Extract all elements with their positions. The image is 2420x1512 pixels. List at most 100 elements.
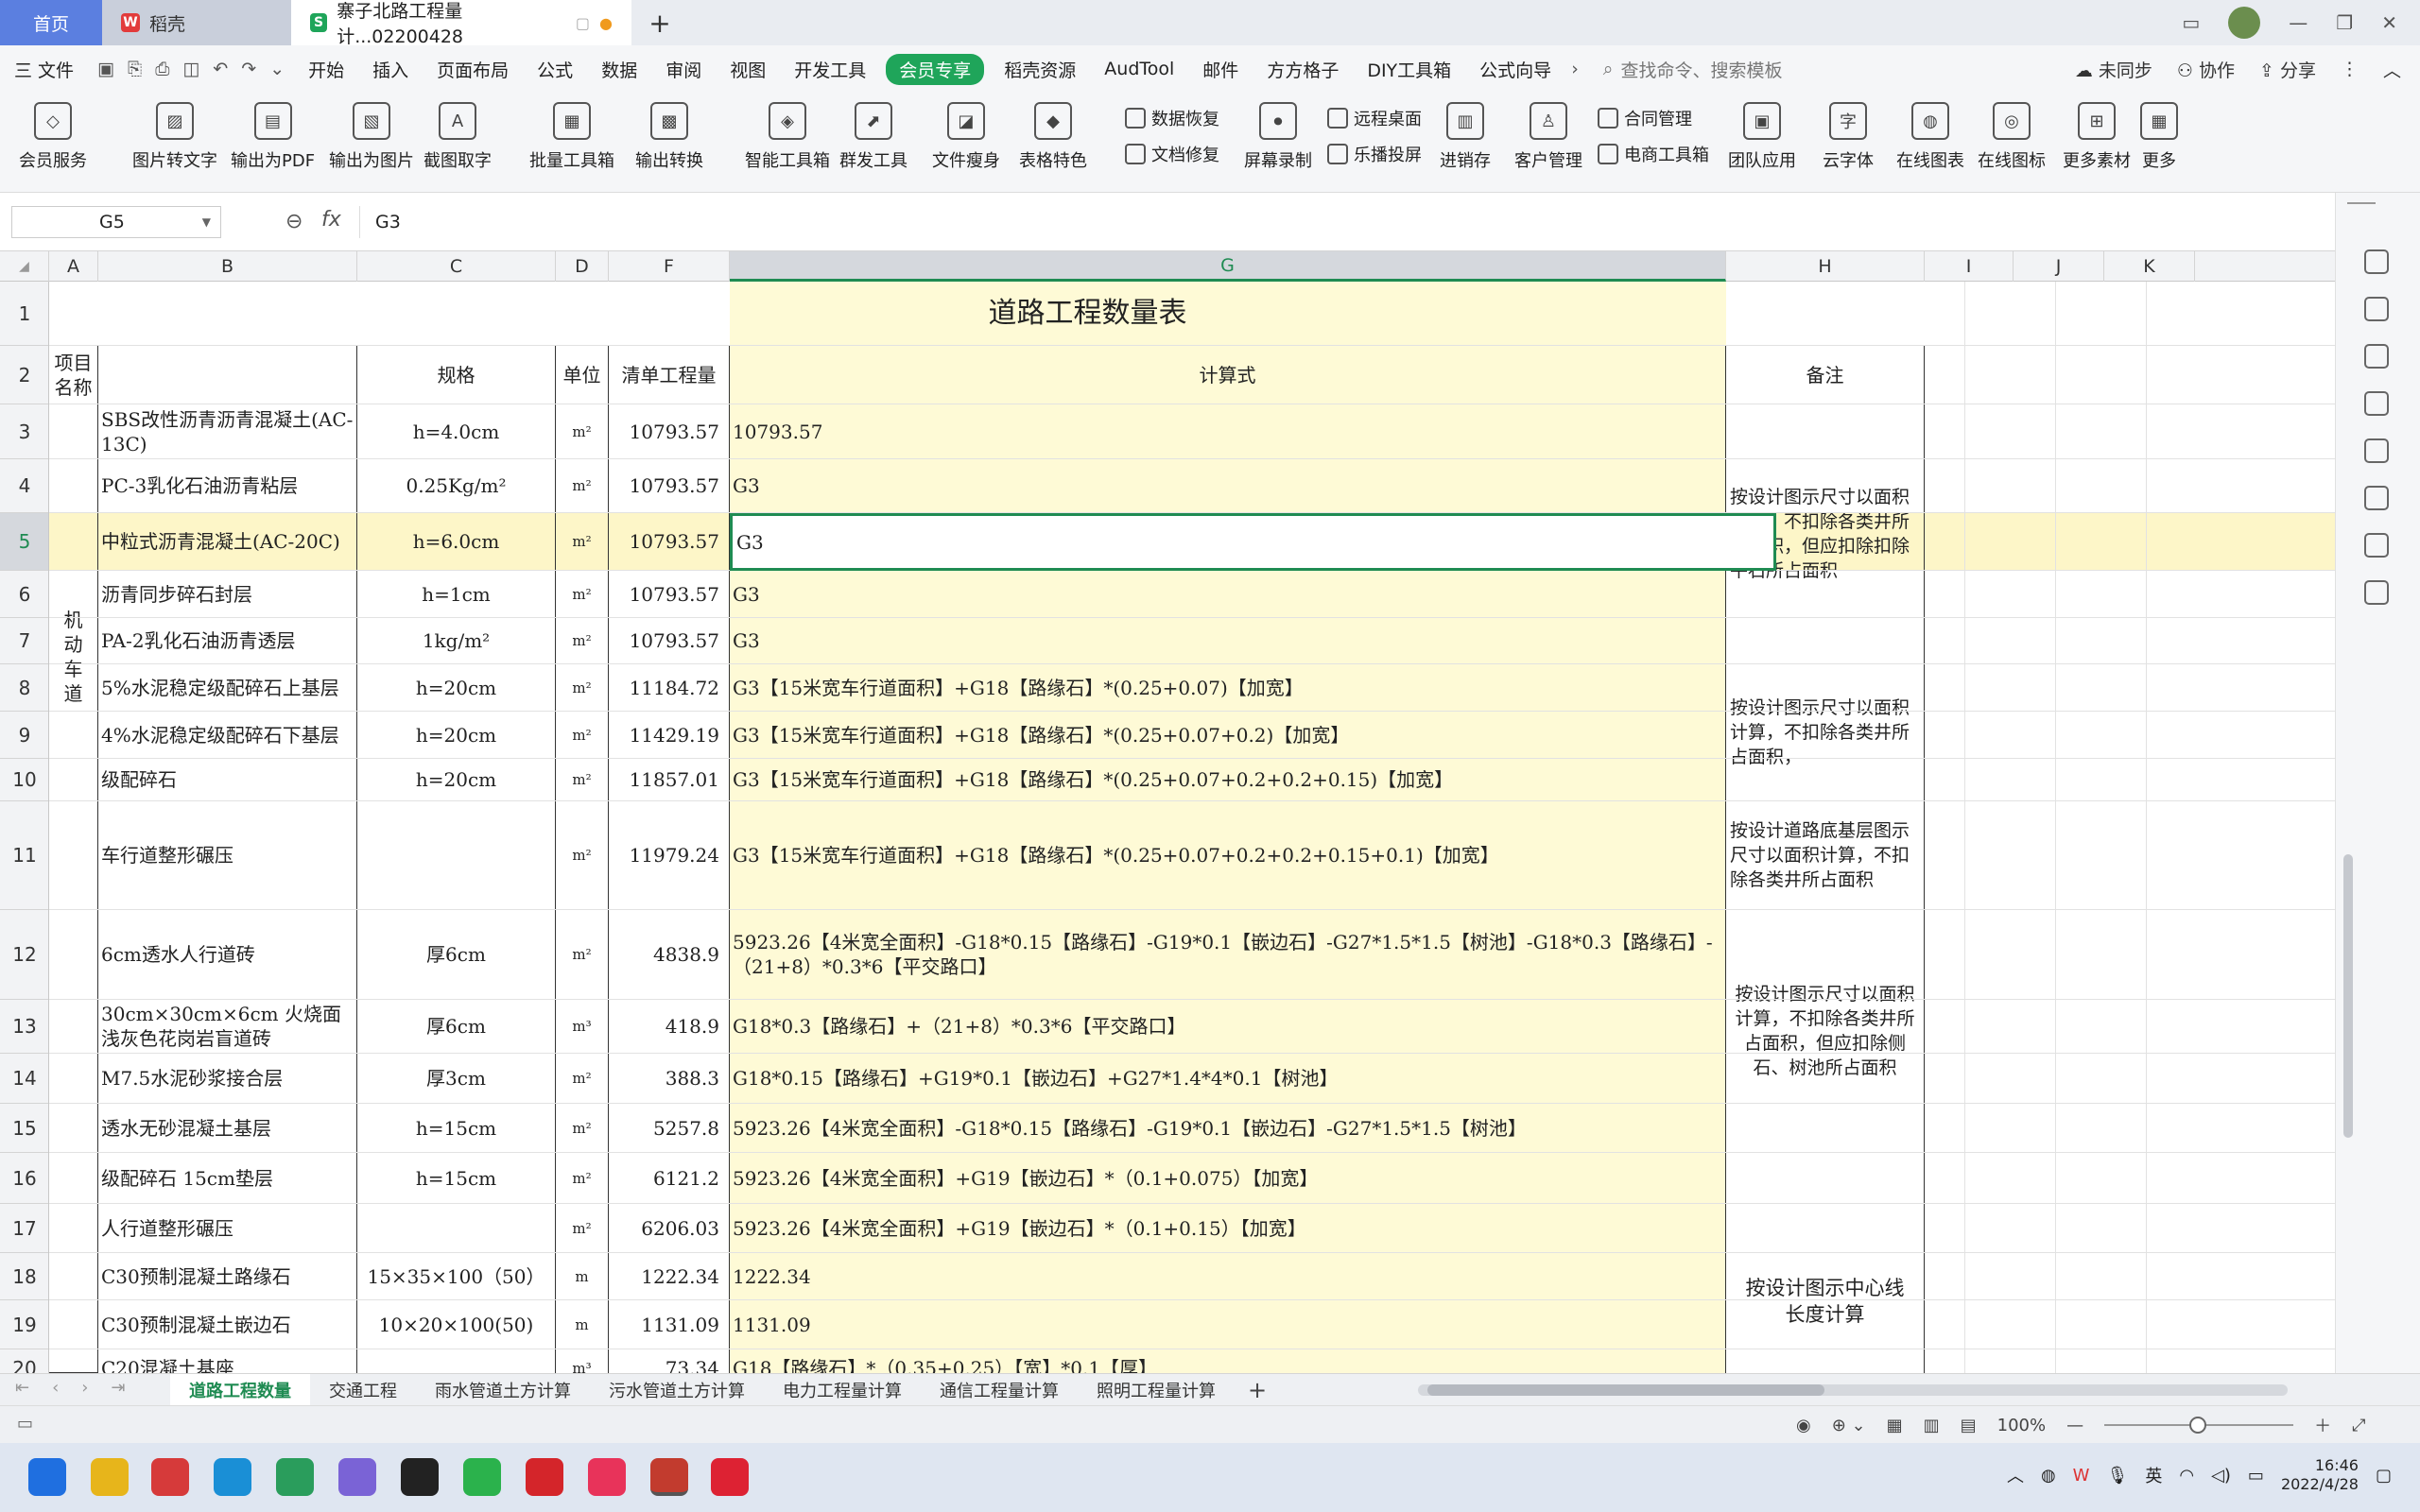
active-cell-g5[interactable]: G3 <box>730 513 1776 571</box>
center-view-icon[interactable]: ⊕ ⌄ <box>1832 1416 1866 1435</box>
cell-c-row-11[interactable] <box>357 801 556 910</box>
last-sheet-icon[interactable]: ⇥ <box>112 1378 126 1398</box>
cell-f-row-10[interactable]: 11857.01 <box>609 759 730 801</box>
row-header-7[interactable]: 7 <box>0 618 48 664</box>
cell-g-row-7[interactable]: G3 <box>730 618 1726 664</box>
cell-b-row-20[interactable]: C20混凝土基座 <box>98 1349 357 1373</box>
cell-b-row-8[interactable]: 5%水泥稳定级配碎石上基层 <box>98 664 357 712</box>
cell-f-row-4[interactable]: 10793.57 <box>609 459 730 513</box>
cell-g-row-9[interactable]: G3【15米宽车行道面积】+G18【路缘石】*(0.25+0.07+0.2)【加… <box>730 712 1726 759</box>
export-icon[interactable]: ⎘ <box>128 59 142 79</box>
cell-b-row-7[interactable]: PA-2乳化石油沥青透层 <box>98 618 357 664</box>
cell-g-row-18[interactable]: 1222.34 <box>730 1253 1726 1300</box>
eye-protect-icon[interactable]: ◉ <box>1796 1416 1811 1435</box>
cell-f-row-12[interactable]: 4838.9 <box>609 910 730 1000</box>
column-header-B[interactable]: B <box>98 251 357 282</box>
side-tool-icon-2[interactable] <box>2364 344 2389 369</box>
sheet-tab-0[interactable]: 道路工程数量 <box>170 1374 310 1406</box>
cell-d-row-17[interactable]: m² <box>556 1204 609 1253</box>
header-notes[interactable]: 备注 <box>1726 346 1925 404</box>
cell-b-row-5[interactable]: 中粒式沥青混凝土(AC-20C) <box>98 513 357 571</box>
cell-d-row-5[interactable]: m² <box>556 513 609 571</box>
zoom-level[interactable]: 100% <box>1997 1416 2046 1435</box>
note-empty-17[interactable] <box>1726 1204 1925 1253</box>
column-header-F[interactable]: F <box>609 251 730 282</box>
cell-b-row-3[interactable]: SBS改性沥青沥青混凝土(AC-13C) <box>98 404 357 459</box>
collab-button[interactable]: ⚇ 协作 <box>2177 57 2235 82</box>
cell-d-row-19[interactable]: m <box>556 1300 609 1349</box>
file-explorer-icon[interactable] <box>91 1458 129 1496</box>
ribbon-button-5[interactable]: ▦ 批量工具箱 <box>529 102 614 172</box>
select-all-corner[interactable]: ◢ <box>0 251 49 282</box>
cell-g-row-11[interactable]: G3【15米宽车行道面积】+G18【路缘石】*(0.25+0.07+0.2+0.… <box>730 801 1726 910</box>
ribbon-small-button-2[interactable]: 远程桌面 <box>1327 106 1422 130</box>
cell-b-row-13[interactable]: 30cm×30cm×6cm 火烧面浅灰色花岗岩盲道砖 <box>98 1000 357 1054</box>
cell-d-row-9[interactable]: m² <box>556 712 609 759</box>
row-header-16[interactable]: 16 <box>0 1153 48 1204</box>
side-tool-icon-6[interactable] <box>2364 533 2389 558</box>
cell-d-row-11[interactable]: m² <box>556 801 609 910</box>
cell-g-row-6[interactable]: G3 <box>730 571 1726 618</box>
cell-f-row-19[interactable]: 1131.09 <box>609 1300 730 1349</box>
layout-icon[interactable]: ▭ <box>2182 11 2200 34</box>
fx-icon[interactable]: fx <box>321 208 341 232</box>
cell-f-row-14[interactable]: 388.3 <box>609 1054 730 1104</box>
cell-f-row-11[interactable]: 11979.24 <box>609 801 730 910</box>
cell-f-row-13[interactable]: 418.9 <box>609 1000 730 1054</box>
sheet-tab-1[interactable]: 交通工程 <box>310 1374 416 1406</box>
ribbon-small-button-3[interactable]: 乐播投屏 <box>1327 142 1422 166</box>
sheet-tab-5[interactable]: 通信工程量计算 <box>921 1374 1078 1406</box>
chart-app-icon[interactable] <box>276 1458 314 1496</box>
more-options-icon[interactable]: ⋮ <box>2341 59 2359 79</box>
row-header-17[interactable]: 17 <box>0 1204 48 1253</box>
menu-tab-5[interactable]: 审阅 <box>651 57 716 82</box>
cell-g-row-14[interactable]: G18*0.15【路缘石】+G19*0.1【嵌边石】+G27*1.4*4*0.1… <box>730 1054 1726 1104</box>
ribbon-button-11[interactable]: ⏺ 屏幕录制 <box>1244 102 1312 172</box>
cell-b-row-11[interactable]: 车行道整形碾压 <box>98 801 357 910</box>
sync-status[interactable]: ☁ 未同步 <box>2075 57 2152 82</box>
music-icon[interactable] <box>588 1458 626 1496</box>
column-header-A[interactable]: A <box>49 251 98 282</box>
menu-tab-2[interactable]: 页面布局 <box>423 57 523 82</box>
cell-d-row-10[interactable]: m² <box>556 759 609 801</box>
cell-c-row-17[interactable] <box>357 1204 556 1253</box>
sheet-tab-3[interactable]: 污水管道土方计算 <box>590 1374 764 1406</box>
side-tool-icon-1[interactable] <box>2364 297 2389 321</box>
note-empty-16[interactable] <box>1726 1153 1925 1204</box>
ribbon-button-19[interactable]: ▦ 更多 <box>2140 102 2178 172</box>
ribbon-button-3[interactable]: ▧ 输出为图片 <box>329 102 414 172</box>
cell-d-row-7[interactable]: m² <box>556 618 609 664</box>
cell-c-row-9[interactable]: h=20cm <box>357 712 556 759</box>
battery-icon[interactable]: ▭ <box>2248 1466 2264 1486</box>
ribbon-button-9[interactable]: ◪ 文件瘦身 <box>932 102 1000 172</box>
cell-g-row-10[interactable]: G3【15米宽车行道面积】+G18【路缘石】*(0.25+0.07+0.2+0.… <box>730 759 1726 801</box>
header-formula[interactable]: 计算式 <box>730 346 1726 404</box>
zoom-slider-thumb[interactable] <box>2189 1417 2207 1434</box>
ribbon-button-13[interactable]: ♙ 客户管理 <box>1514 102 1582 172</box>
group-sidewalk[interactable] <box>49 910 98 1373</box>
menu-tab-3[interactable]: 公式 <box>523 57 587 82</box>
cell-c-row-16[interactable]: h=15cm <box>357 1153 556 1204</box>
header-quantity[interactable]: 清单工程量 <box>609 346 730 404</box>
restore-icon[interactable]: ❐ <box>2336 11 2353 34</box>
vertical-scroll-thumb[interactable] <box>2343 854 2353 1138</box>
cell-b-row-19[interactable]: C30预制混凝土嵌边石 <box>98 1300 357 1349</box>
row-header-12[interactable]: 12 <box>0 910 48 1000</box>
cell-c-row-18[interactable]: 15×35×100（50） <box>357 1253 556 1300</box>
cell-g-row-12[interactable]: 5923.26【4米宽全面积】-G18*0.15【路缘石】-G19*0.1【嵌边… <box>730 910 1726 1000</box>
prev-sheet-icon[interactable]: ‹ <box>52 1378 59 1398</box>
cell-d-row-8[interactable]: m² <box>556 664 609 712</box>
row-header-18[interactable]: 18 <box>0 1253 48 1300</box>
cell-d-row-13[interactable]: m³ <box>556 1000 609 1054</box>
customize-chevron-icon[interactable]: ⌄ <box>269 59 285 79</box>
cell-d-row-15[interactable]: m² <box>556 1104 609 1153</box>
cell-g-row-13[interactable]: G18*0.3【路缘石】+（21+8）*0.3*6【平交路口】 <box>730 1000 1726 1054</box>
cell-b-row-16[interactable]: 级配碎石 15cm垫层 <box>98 1153 357 1204</box>
ribbon-button-14[interactable]: ▣ 团队应用 <box>1728 102 1796 172</box>
note-5[interactable]: 按设计图示中心线长度计算 <box>1726 1253 1925 1349</box>
avatar[interactable] <box>2228 7 2261 39</box>
menu-tab-10[interactable]: AudTool <box>1090 59 1188 79</box>
row-header-4[interactable]: 4 <box>0 459 48 513</box>
formula-input[interactable]: G3 <box>359 206 2316 238</box>
note-2[interactable]: 按设计图示尺寸以面积计算，不扣除各类井所占面积， <box>1726 664 1925 801</box>
